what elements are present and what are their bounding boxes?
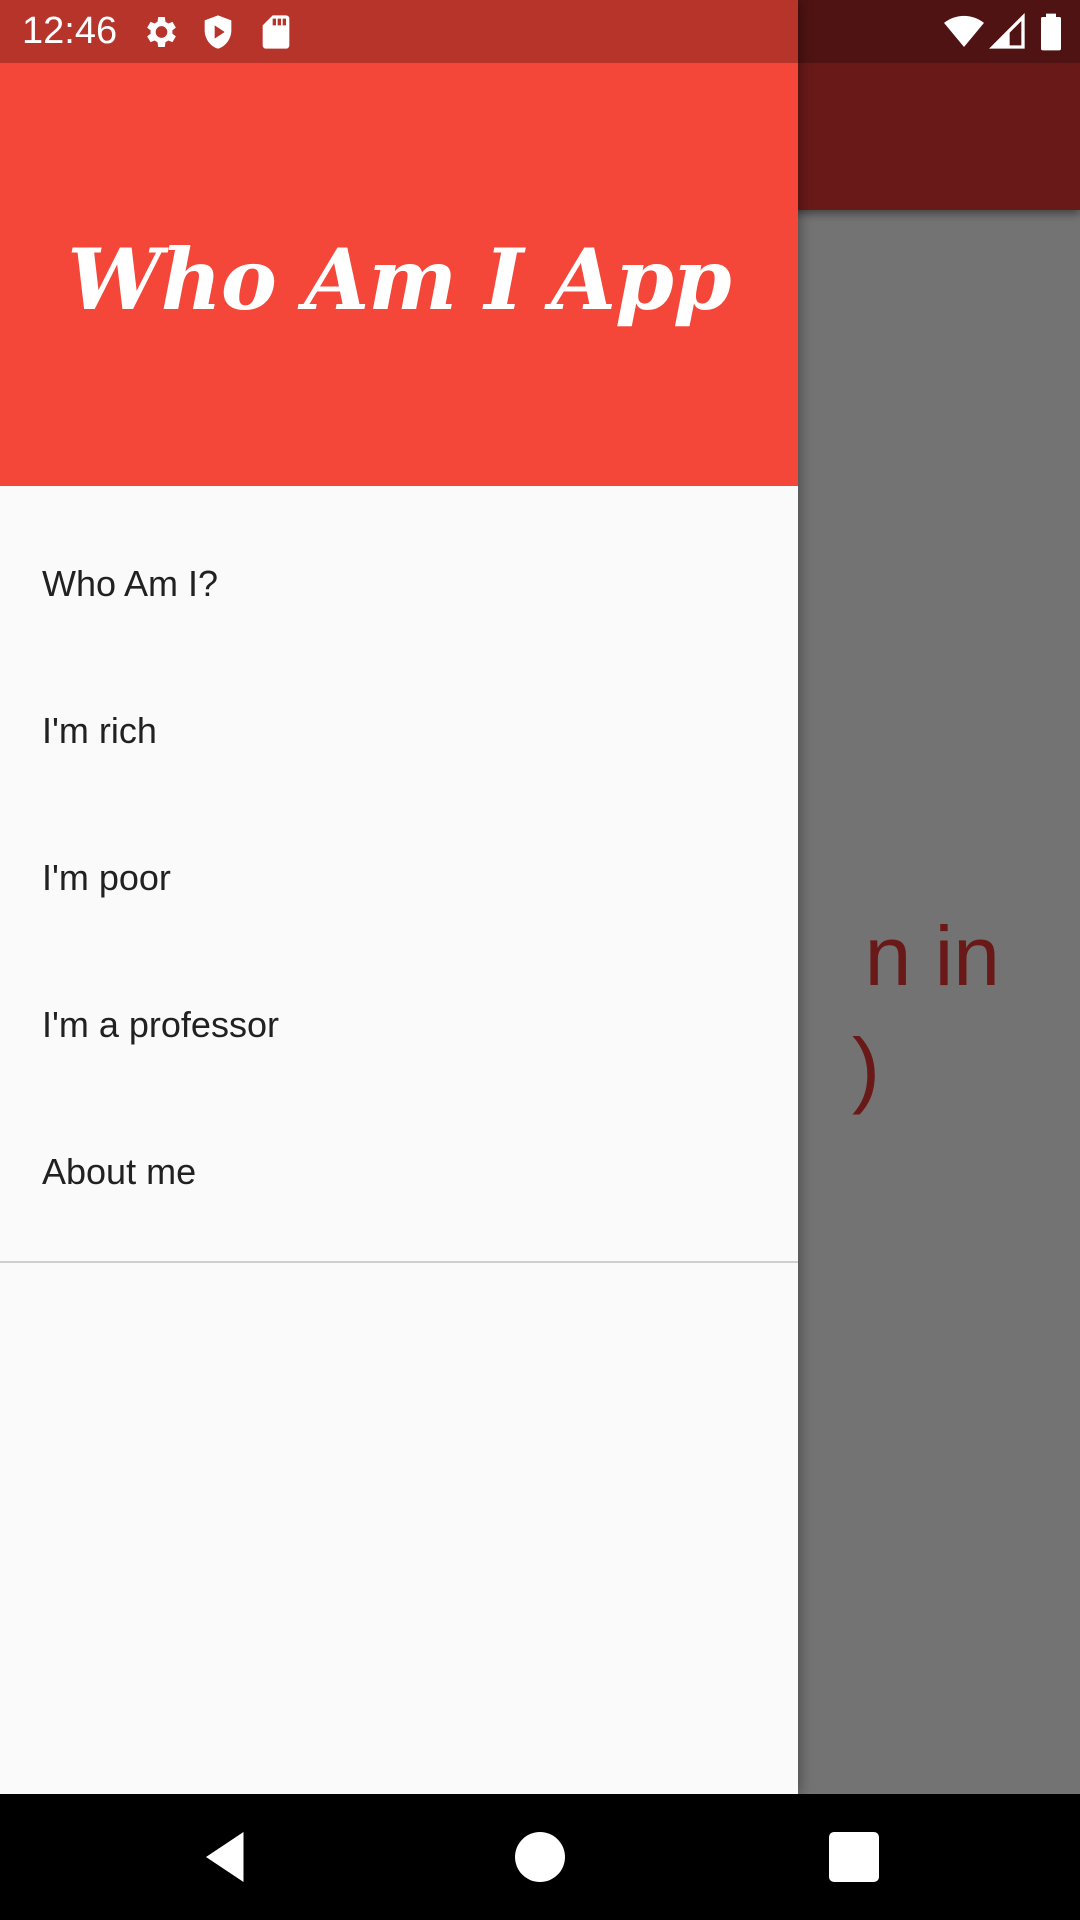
wifi-icon — [942, 12, 986, 52]
drawer-item-im-poor[interactable]: I'm poor — [0, 804, 798, 951]
recents-icon[interactable] — [824, 1827, 884, 1887]
screen: n in ) 12:46 Who Am I App — [0, 0, 1080, 1920]
navigation-drawer: Who Am I App Who Am I? I'm rich I'm poor… — [0, 0, 798, 1794]
drawer-item-who-am-i[interactable]: Who Am I? — [0, 510, 798, 657]
drawer-item-label: Who Am I? — [42, 562, 219, 604]
sd-card-icon — [256, 12, 296, 52]
drawer-item-about-me[interactable]: About me — [0, 1098, 798, 1245]
system-navigation-bar — [0, 1794, 1080, 1920]
drawer-item-label: I'm rich — [42, 709, 157, 751]
drawer-header: Who Am I App — [0, 0, 798, 486]
status-bar: 12:46 — [0, 0, 1080, 63]
status-time: 12:46 — [22, 10, 118, 52]
battery-icon — [1036, 12, 1066, 52]
drawer-item-label: I'm poor — [42, 856, 171, 898]
drawer-item-im-rich[interactable]: I'm rich — [0, 657, 798, 804]
shield-play-icon — [198, 12, 238, 52]
gear-icon — [140, 12, 180, 52]
back-icon[interactable] — [196, 1827, 256, 1887]
drawer-divider — [0, 1261, 798, 1263]
drawer-menu-list: Who Am I? I'm rich I'm poor I'm a profes… — [0, 486, 798, 1245]
drawer-header-title: Who Am I App — [67, 230, 731, 329]
cell-signal-icon — [988, 12, 1028, 52]
drawer-item-label: I'm a professor — [42, 1003, 279, 1045]
drawer-item-im-a-professor[interactable]: I'm a professor — [0, 951, 798, 1098]
home-icon[interactable] — [510, 1827, 570, 1887]
drawer-item-label: About me — [42, 1150, 197, 1192]
